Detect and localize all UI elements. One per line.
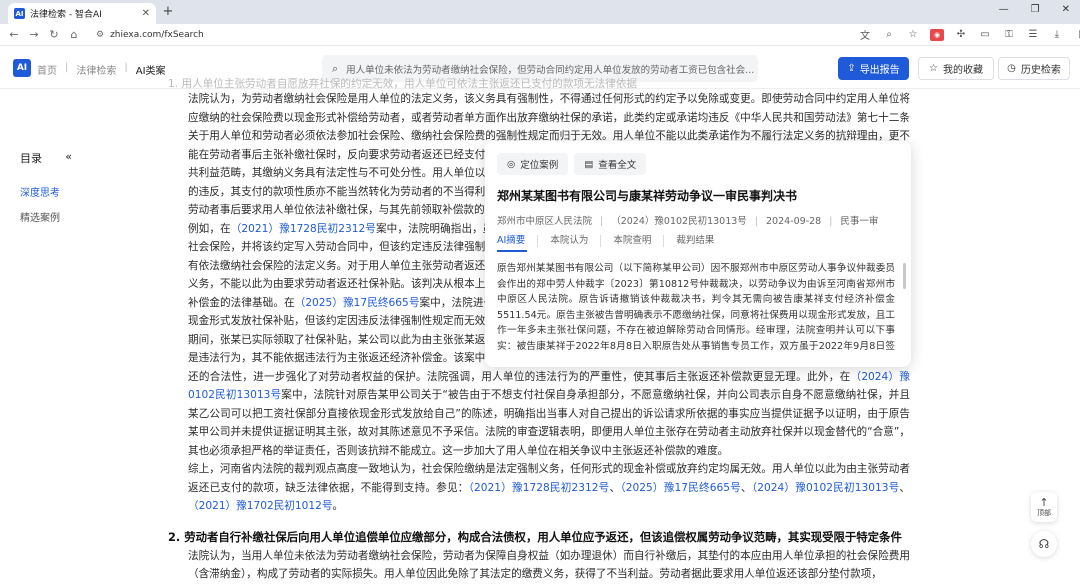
export-label: 导出报告	[859, 65, 900, 76]
tab-court-findings[interactable]: 本院查明	[600, 235, 663, 247]
window-controls: — ❐ ✕	[999, 4, 1070, 15]
star-icon: ☆	[929, 63, 938, 74]
case-number: （2024）豫0102民初13013号	[611, 216, 747, 227]
toc-item-deep-thinking[interactable]: 深度思考	[20, 184, 120, 199]
paragraph: 法院认为，当用人单位未依法为劳动者缴纳社会保险，劳动者为保障自身权益（如办理退休…	[188, 549, 910, 581]
active-tab-indicator	[497, 250, 527, 252]
translate-icon[interactable]: 文	[858, 27, 872, 42]
reload-icon[interactable]: ↻	[44, 28, 64, 41]
home-icon[interactable]: ⌂	[64, 28, 84, 41]
browser-tabbar: AI 法律检索 - 智合AI ✕ + — ❐ ✕	[0, 0, 1080, 24]
breadcrumb-home[interactable]: 首页	[37, 62, 57, 77]
toc-header: 目录 «	[20, 150, 72, 166]
document-icon: ▤	[584, 158, 594, 170]
zoom-icon[interactable]: ⌕	[882, 29, 896, 40]
ref-link[interactable]: （2025）豫17民终665号	[620, 482, 741, 494]
arrow-up-icon: ↑	[1039, 495, 1049, 509]
extensions-puzzle-icon[interactable]: ✣	[954, 29, 968, 40]
new-tab-icon[interactable]: +	[160, 4, 176, 19]
breadcrumb-separator: |	[124, 62, 128, 73]
app-logo[interactable]: AI	[13, 59, 31, 77]
headset-icon[interactable]: ☊	[1031, 531, 1057, 557]
ref-link[interactable]: （2021）豫1702民初1012号	[188, 500, 332, 512]
breadcrumb: 首页 | 法律检索 | AI类案	[37, 62, 166, 77]
browser-tab[interactable]: AI 法律检索 - 智合AI ✕	[8, 3, 156, 24]
case-preview-popup: ◎ 定位案例 ▤ 查看全文 郑州某某图书有限公司与康某祥劳动争议一审民事判决书 …	[485, 141, 911, 367]
sidebar-icon[interactable]: ▭	[978, 29, 992, 40]
text: 、	[609, 481, 621, 494]
collapse-icon[interactable]: «	[65, 150, 72, 166]
court: 郑州市中原区人民法院	[497, 216, 593, 227]
section-2-title: 2. 劳动者自行补缴社保后向用人单位追偿单位应缴部分，构成合法债权，用人单位应予…	[168, 529, 902, 544]
popup-actions: ◎ 定位案例 ▤ 查看全文	[497, 153, 647, 175]
export-icon: ⇪	[847, 63, 856, 74]
restore-icon[interactable]: ❐	[1031, 4, 1040, 15]
address-bar: ← → ↻ ⌂ ⚙ zhiexa.com/fxSearch 文 ⌕ ☆ ◉ ✣ …	[0, 24, 1080, 46]
ref-link[interactable]: （2021）豫1728民初2312号	[469, 482, 610, 494]
reading-list-icon[interactable]: ☰	[1026, 29, 1040, 40]
url-text: zhiexa.com/fxSearch	[110, 29, 204, 40]
breadcrumb-separator: |	[65, 62, 69, 73]
favorites-button[interactable]: ☆ 我的收藏	[918, 57, 994, 80]
case-title: 郑州某某图书有限公司与康某祥劳动争议一审民事判决书	[497, 189, 798, 203]
history-button[interactable]: ◷ 历史检索	[998, 57, 1070, 80]
favorites-label: 我的收藏	[942, 65, 983, 76]
back-to-top-label: 顶部	[1037, 508, 1051, 517]
fulltext-label: 查看全文	[598, 160, 637, 171]
summary-text: 原告郑州某某图书有限公司（以下简称某甲公司）因不服郑州市中原区劳动人事争议仲裁委…	[497, 263, 895, 352]
close-tab-icon[interactable]: ✕	[142, 8, 150, 19]
back-icon[interactable]: ←	[4, 28, 24, 41]
section-1-title: 1. 用人单位主张劳动者自愿放弃社保的约定无效，用人单位可依法主张返还已支付的款…	[168, 78, 638, 90]
view-fulltext-button[interactable]: ▤ 查看全文	[574, 153, 647, 175]
tab-ai-summary[interactable]: AI摘要	[497, 235, 537, 247]
export-report-button[interactable]: ⇪ 导出报告	[838, 57, 909, 80]
divider: |	[600, 216, 604, 227]
bookmark-star-icon[interactable]: ☆	[906, 29, 920, 40]
tab-judgment[interactable]: 裁判结果	[663, 235, 726, 247]
history-label: 历史检索	[1020, 65, 1061, 76]
favicon-icon: AI	[14, 8, 25, 19]
target-icon: ◎	[507, 158, 516, 170]
case-meta: 郑州市中原区人民法院 | （2024）豫0102民初13013号 | 2024-09-2…	[497, 213, 878, 227]
extension-icon[interactable]: ◉	[930, 28, 944, 41]
divider: |	[754, 216, 758, 227]
back-to-top-button[interactable]: ↑ 顶部	[1031, 492, 1057, 522]
breadcrumb-current: AI类案	[135, 66, 166, 77]
split-icon[interactable]: ▯	[1074, 29, 1080, 40]
locate-label: 定位案例	[520, 160, 559, 171]
toc-item-selected-cases[interactable]: 精选案例	[20, 209, 120, 224]
search-query: 用人单位未依法为劳动者缴纳社会保险，但劳动合同约定用人单位发放的劳动者工资已包含…	[346, 64, 755, 76]
key-icon[interactable]: ⚿	[1002, 29, 1016, 40]
locate-case-button[interactable]: ◎ 定位案例	[497, 153, 569, 175]
forward-icon[interactable]: →	[24, 28, 44, 41]
case-link[interactable]: （2021）豫1728民初2312号	[231, 223, 376, 235]
download-icon[interactable]: ⤓	[1050, 29, 1064, 40]
clock-icon: ◷	[1007, 63, 1016, 74]
text: 案中，法院针对原告某甲公司关于“被告由于不想支付社保自身承担部分，不愿意缴纳社保…	[188, 389, 911, 457]
ref-link[interactable]: （2024）豫0102民初13013号	[752, 482, 900, 494]
url-field[interactable]: ⚙ zhiexa.com/fxSearch	[90, 26, 830, 44]
text: 例如，在	[188, 222, 231, 235]
table-of-contents: 目录 « 深度思考 精选案例	[20, 150, 120, 224]
text: 、	[899, 481, 911, 494]
case-date: 2024-09-28	[766, 216, 822, 227]
divider: |	[829, 216, 833, 227]
tab-court-opinion[interactable]: 本院认为	[537, 235, 600, 247]
minimize-icon[interactable]: —	[999, 4, 1009, 15]
toc-title: 目录	[20, 152, 42, 165]
tab-title: 法律检索 - 智合AI	[30, 10, 102, 20]
text: 。	[332, 500, 344, 512]
site-info-icon[interactable]: ⚙	[96, 30, 104, 40]
browser-toolbar: 文 ⌕ ☆ ◉ ✣ ▭ ⚿ ☰ ⤓ ▯ ⋮	[858, 27, 1080, 42]
search-icon: ⌕	[332, 61, 339, 75]
text: 、	[740, 481, 752, 494]
close-window-icon[interactable]: ✕	[1062, 4, 1070, 15]
popup-tabs: AI摘要 本院认为 本院查明 裁判结果	[497, 235, 726, 247]
paragraph: 综上，河南省内法院的裁判观点高度一致地认为，社会保险缴纳是法定强制义务，任何形式…	[168, 460, 910, 516]
popup-scrollbar[interactable]	[903, 263, 906, 289]
case-type: 民事一审	[840, 216, 879, 227]
case-link[interactable]: （2025）豫17民终665号	[295, 297, 420, 309]
breadcrumb-legal-search[interactable]: 法律检索	[76, 62, 116, 77]
